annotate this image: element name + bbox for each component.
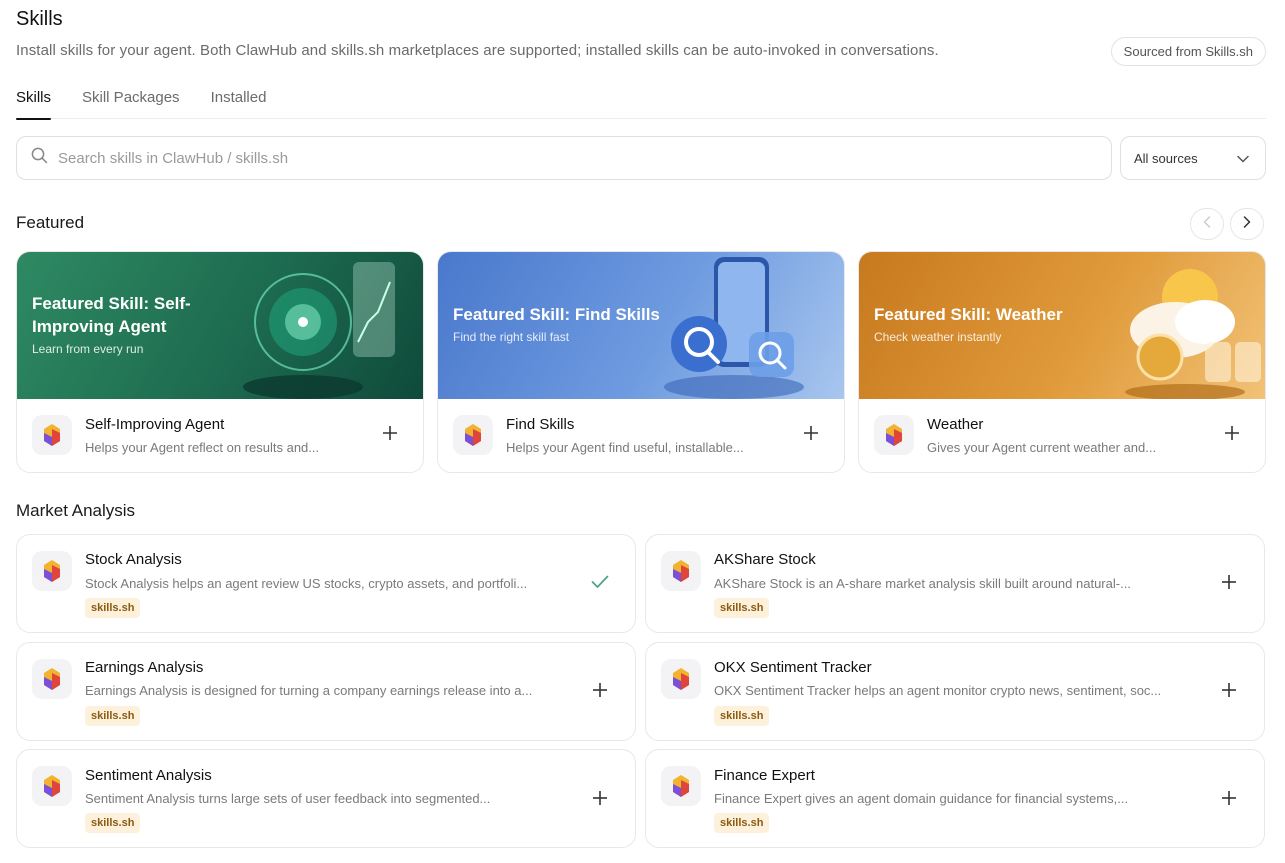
plus-icon [803, 425, 819, 446]
skill-name: OKX Sentiment Tracker [714, 659, 872, 676]
skill-card-stock-analysis[interactable]: Stock Analysis Stock Analysis helps an a… [16, 534, 636, 633]
tab-installed[interactable]: Installed [211, 86, 267, 119]
market-analysis-title: Market Analysis [16, 501, 136, 520]
skill-card-okx-sentiment-tracker[interactable]: OKX Sentiment Tracker OKX Sentiment Trac… [645, 642, 1265, 741]
tab-skill-packages[interactable]: Skill Packages [82, 86, 180, 119]
add-skill-button[interactable] [380, 425, 400, 445]
plus-icon [1221, 574, 1237, 595]
search-icon [31, 147, 48, 169]
tab-bar: Skills Skill Packages Installed [16, 86, 1266, 120]
plus-icon [382, 425, 398, 446]
skill-name: Sentiment Analysis [85, 767, 212, 784]
source-filter-value: All sources [1134, 150, 1198, 166]
page-subtitle: Install skills for your agent. Both Claw… [16, 42, 939, 59]
source-filter-select[interactable]: All sources [1120, 136, 1266, 180]
installed-indicator [590, 574, 610, 594]
chevron-left-icon [1203, 215, 1211, 233]
skill-app-icon [32, 415, 72, 455]
featured-next-button[interactable] [1230, 208, 1264, 240]
add-skill-button[interactable] [801, 425, 821, 445]
add-skill-button[interactable] [1222, 425, 1242, 445]
source-badge: skills.sh [85, 813, 141, 833]
skill-app-icon [32, 551, 72, 591]
skill-app-icon [874, 415, 914, 455]
skill-app-icon [453, 415, 493, 455]
skill-name: Earnings Analysis [85, 659, 204, 676]
featured-banner: Featured Skill: Self-Improving Agent Lea… [17, 252, 423, 399]
featured-prev-button[interactable] [1190, 208, 1224, 240]
search-illustration-icon [664, 257, 804, 399]
skill-app-icon [661, 551, 701, 591]
search-box [16, 136, 1112, 180]
skill-description: Sentiment Analysis turns large sets of u… [85, 791, 491, 806]
tab-skills[interactable]: Skills [16, 86, 52, 120]
add-skill-button[interactable] [1219, 682, 1239, 702]
skill-card-finance-expert[interactable]: Finance Expert Finance Expert gives an a… [645, 749, 1265, 848]
skill-name: Find Skills [506, 416, 575, 433]
skill-app-icon [661, 659, 701, 699]
add-skill-button[interactable] [1219, 790, 1239, 810]
banner-subtitle: Learn from every run [32, 342, 144, 356]
skill-description: Helps your Agent find useful, installabl… [506, 440, 744, 455]
featured-banner: Featured Skill: Weather Check weather in… [859, 252, 1265, 399]
skill-description: OKX Sentiment Tracker helps an agent mon… [714, 683, 1162, 698]
banner-title: Featured Skill: Weather [874, 305, 1063, 324]
featured-card-self-improving[interactable]: Featured Skill: Self-Improving Agent Lea… [16, 251, 424, 473]
banner-title: Featured Skill: Find Skills [453, 305, 660, 324]
skill-app-icon [32, 766, 72, 806]
featured-card-weather[interactable]: Featured Skill: Weather Check weather in… [858, 251, 1266, 473]
skill-name: AKShare Stock [714, 551, 816, 568]
plus-icon [1221, 790, 1237, 811]
add-skill-button[interactable] [1219, 574, 1239, 594]
source-badge: skills.sh [714, 598, 770, 618]
skill-description: Finance Expert gives an agent domain gui… [714, 791, 1129, 806]
skill-app-icon [32, 659, 72, 699]
skill-description: AKShare Stock is an A-share market analy… [714, 576, 1131, 591]
skill-description: Gives your Agent current weather and... [927, 440, 1157, 455]
chevron-right-icon [1243, 215, 1251, 233]
banner-subtitle: Find the right skill fast [453, 330, 570, 344]
source-badge: skills.sh [714, 813, 770, 833]
skill-description: Helps your Agent reflect on results and.… [85, 440, 320, 455]
banner-subtitle: Check weather instantly [874, 330, 1002, 344]
skill-name: Stock Analysis [85, 551, 182, 568]
skill-description: Earnings Analysis is designed for turnin… [85, 683, 533, 698]
skill-name: Finance Expert [714, 767, 815, 784]
plus-icon [592, 790, 608, 811]
skill-name: Weather [927, 416, 984, 433]
search-input[interactable] [58, 149, 958, 167]
add-skill-button[interactable] [590, 790, 610, 810]
source-badge: skills.sh [85, 706, 141, 726]
featured-banner: Featured Skill: Find Skills Find the rig… [438, 252, 844, 399]
source-badge: skills.sh [714, 706, 770, 726]
weather-illustration-icon [1125, 269, 1261, 399]
source-badge: skills.sh [85, 598, 141, 618]
check-icon [591, 575, 609, 594]
featured-card-find-skills[interactable]: Featured Skill: Find Skills Find the rig… [437, 251, 845, 473]
add-skill-button[interactable] [590, 682, 610, 702]
source-pill[interactable]: Sourced from Skills.sh [1110, 37, 1266, 66]
skill-name: Self-Improving Agent [85, 416, 225, 433]
skill-card-earnings-analysis[interactable]: Earnings Analysis Earnings Analysis is d… [16, 642, 636, 741]
plus-icon [1224, 425, 1240, 446]
featured-title: Featured [16, 213, 85, 232]
plus-icon [592, 682, 608, 703]
plus-icon [1221, 682, 1237, 703]
skill-card-sentiment-analysis[interactable]: Sentiment Analysis Sentiment Analysis tu… [16, 749, 636, 848]
chevron-down-icon [1237, 151, 1249, 166]
page-title: Skills [16, 8, 63, 30]
skill-card-akshare-stock[interactable]: AKShare Stock AKShare Stock is an A-shar… [645, 534, 1265, 633]
skill-description: Stock Analysis helps an agent review US … [85, 576, 528, 591]
skill-app-icon [661, 766, 701, 806]
banner-title: Featured Skill: Self-Improving Agent [32, 294, 191, 336]
